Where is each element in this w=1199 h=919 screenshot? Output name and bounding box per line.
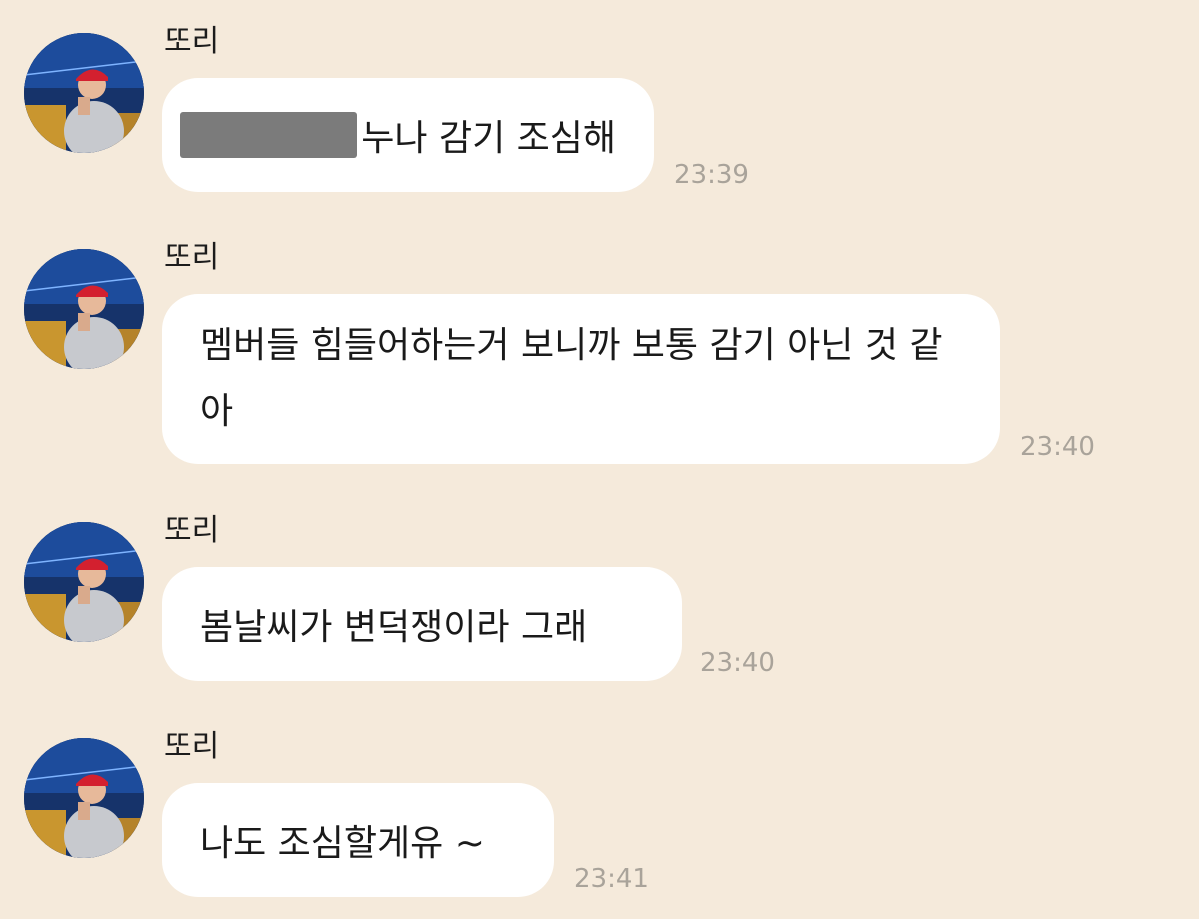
message-text: 나도 조심할게유 ~ bbox=[200, 823, 485, 864]
redaction-block bbox=[180, 112, 358, 158]
avatar[interactable] bbox=[24, 249, 144, 369]
avatar[interactable] bbox=[24, 738, 144, 858]
avatar-photo bbox=[24, 522, 144, 642]
avatar-photo bbox=[24, 738, 144, 858]
message-text: 누나 감기 조심해 bbox=[361, 118, 616, 159]
sender-name: 또리 bbox=[164, 513, 220, 548]
message-bubble[interactable]: 누나 감기 조심해 bbox=[162, 78, 654, 192]
message-time: 23:39 bbox=[674, 160, 749, 190]
message-time: 23:41 bbox=[574, 864, 649, 894]
message-time: 23:40 bbox=[700, 648, 775, 678]
message-time: 23:40 bbox=[1020, 432, 1095, 462]
avatar-photo bbox=[24, 33, 144, 153]
avatar[interactable] bbox=[24, 33, 144, 153]
message-bubble[interactable]: 멤버들 힘들어하는거 보니까 보통 감기 아닌 것 같아 bbox=[162, 294, 1000, 464]
avatar[interactable] bbox=[24, 522, 144, 642]
sender-name: 또리 bbox=[164, 24, 220, 59]
message-bubble[interactable]: 나도 조심할게유 ~ bbox=[162, 783, 554, 897]
sender-name: 또리 bbox=[164, 240, 220, 275]
message-bubble[interactable]: 봄날씨가 변덕쟁이라 그래 bbox=[162, 567, 682, 681]
sender-name: 또리 bbox=[164, 729, 220, 764]
message-text: 봄날씨가 변덕쟁이라 그래 bbox=[200, 607, 588, 648]
avatar-photo bbox=[24, 249, 144, 369]
message-text: 멤버들 힘들어하는거 보니까 보통 감기 아닌 것 같아 bbox=[200, 325, 943, 432]
